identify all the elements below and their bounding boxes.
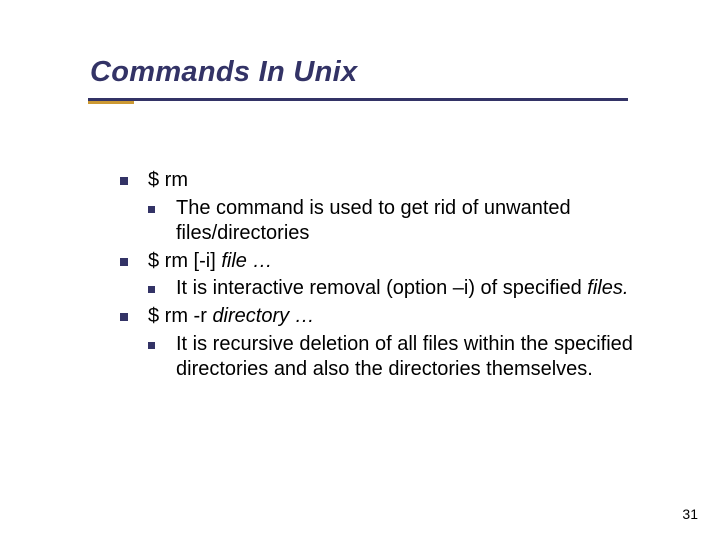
subbullet-text: It is recursive deletion of all files wi… — [176, 333, 633, 381]
bullet-rm-i: $ rm [-i] file … — [120, 249, 680, 275]
bullet-pre: $ rm -r — [148, 305, 212, 327]
bullet-rm-r: $ rm -r directory … — [120, 304, 680, 330]
square-bullet-icon — [120, 258, 128, 266]
slide-title: Commands In Unix — [90, 56, 357, 89]
slide: Commands In Unix $ rm The command is use… — [0, 0, 720, 540]
square-bullet-icon — [148, 286, 155, 293]
bullet-arg: directory … — [212, 305, 314, 327]
bullet-pre: $ rm [-i] — [148, 250, 221, 272]
square-bullet-icon — [148, 206, 155, 213]
page-number: 31 — [682, 506, 698, 522]
subbullet-rm-r-desc: It is recursive deletion of all files wi… — [120, 332, 680, 383]
bullet-rm: $ rm — [120, 168, 680, 194]
subbullet-rm-i-desc: It is interactive removal (option –i) of… — [120, 276, 680, 302]
subbullet-text: The command is used to get rid of unwant… — [176, 197, 571, 245]
slide-body: $ rm The command is used to get rid of u… — [120, 168, 680, 385]
title-accent — [88, 101, 134, 104]
subbullet-pre: It is interactive removal (option –i) of… — [176, 277, 587, 299]
subbullet-rm-desc: The command is used to get rid of unwant… — [120, 196, 680, 247]
bullet-text: $ rm — [148, 169, 188, 191]
subbullet-arg: files. — [587, 277, 628, 299]
square-bullet-icon — [148, 342, 155, 349]
square-bullet-icon — [120, 177, 128, 185]
title-underline — [88, 98, 628, 101]
square-bullet-icon — [120, 313, 128, 321]
bullet-arg: file … — [221, 250, 272, 272]
